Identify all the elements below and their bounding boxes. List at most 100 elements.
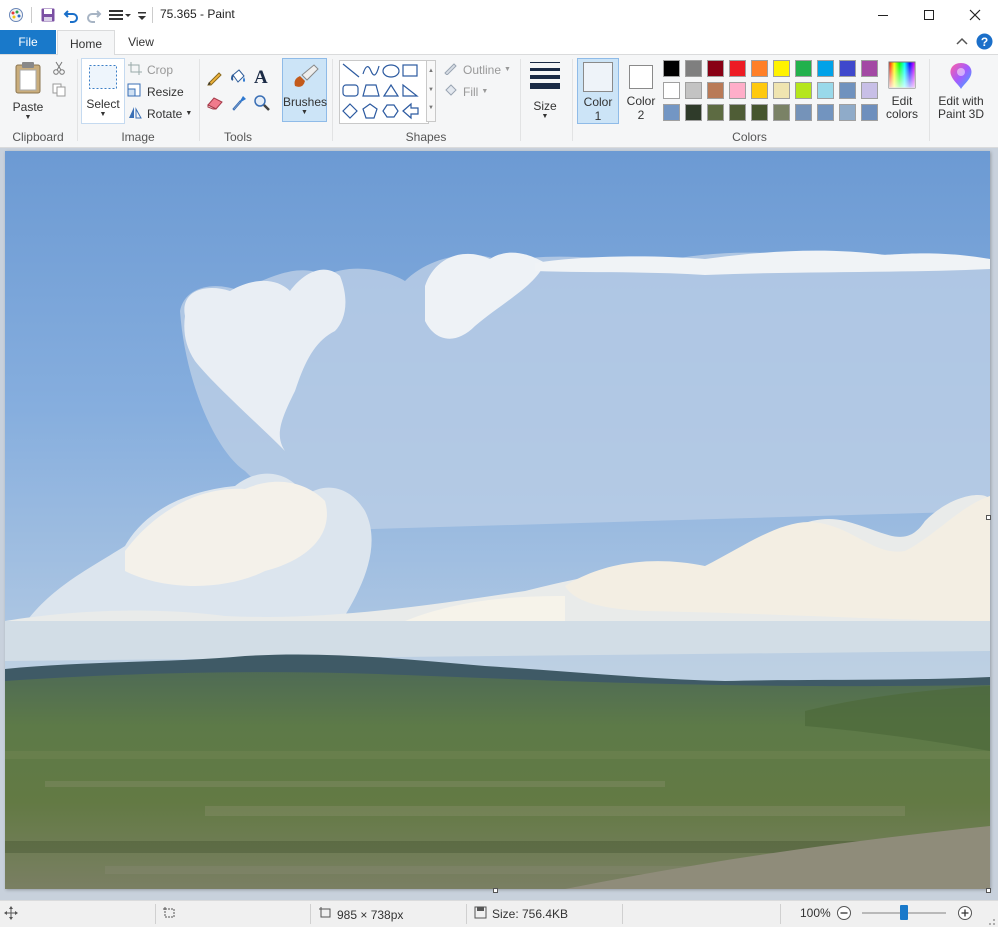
resize-grip-icon[interactable] [986,915,996,925]
paste-icon [13,61,43,98]
dimensions-text: 985 × 738px [337,907,404,922]
redo-icon[interactable] [86,7,102,23]
palette-swatch[interactable] [707,104,724,121]
disk-icon [474,906,487,922]
palette-swatch[interactable] [751,104,768,121]
maximize-button[interactable] [906,0,952,30]
zoom-slider-thumb[interactable] [900,905,908,920]
text-tool-icon[interactable]: A [253,66,271,89]
palette-swatch[interactable] [861,82,878,99]
tab-home[interactable]: Home [57,30,115,56]
paint-app-icon[interactable] [7,7,25,23]
palette-swatch[interactable] [795,82,812,99]
close-button[interactable] [952,0,998,30]
palette-swatch[interactable] [817,82,834,99]
outline-button[interactable]: Outline ▼ [443,61,511,78]
cut-icon[interactable] [52,61,66,78]
collapse-ribbon-icon[interactable] [955,35,969,52]
zoom-in-icon[interactable] [957,905,973,924]
palette-swatch[interactable] [685,60,702,77]
crop-label: Crop [147,62,174,77]
palette-swatch[interactable] [861,60,878,77]
group-separator [929,59,930,141]
select-button[interactable]: Select ▼ [81,58,125,124]
zoom-out-icon[interactable] [836,905,852,924]
palette-swatch[interactable] [707,82,724,99]
color1-button[interactable]: Color 1 [577,58,619,124]
palette-swatch[interactable] [839,104,856,121]
paste-button[interactable]: Paste ▼ [8,59,48,123]
palette-swatch[interactable] [751,82,768,99]
paste-label: Paste [12,100,44,114]
edit-colors-button[interactable]: Edit colors [879,59,925,123]
brushes-button[interactable]: Brushes ▼ [282,58,327,122]
select-label: Select [86,97,120,111]
move-cursor-icon [4,906,18,923]
color2-swatch [629,65,653,89]
status-separator [622,904,623,924]
svg-text:?: ? [981,35,988,49]
palette-swatch[interactable] [707,60,724,77]
status-separator [780,904,781,924]
tab-view[interactable]: View [115,30,167,54]
palette-swatch[interactable] [729,82,746,99]
resize-handle-bottom[interactable] [493,888,498,893]
palette-swatch[interactable] [773,82,790,99]
palette-swatch[interactable] [817,104,834,121]
palette-swatch[interactable] [729,60,746,77]
palette-swatch[interactable] [817,60,834,77]
eraser-icon[interactable] [206,96,224,113]
resize-handle-corner[interactable] [986,888,991,893]
drawing-canvas[interactable] [5,151,990,889]
canvas-workspace [0,148,998,900]
shapes-gallery-scroll[interactable]: ▲ ▼ ▼ [426,60,436,122]
colors-group: Color 1 Color 2 Edit colors Colors [573,55,926,147]
window-title: 75.365 - Paint [160,7,235,21]
magnifier-icon[interactable] [253,94,270,114]
palette-swatch[interactable] [663,82,680,99]
palette-swatch[interactable] [663,104,680,121]
help-icon[interactable]: ? [976,33,993,53]
status-separator [310,904,311,924]
color2-button[interactable]: Color 2 [622,58,660,124]
palette-swatch[interactable] [839,60,856,77]
resize-handle-right[interactable] [986,515,991,520]
resize-button[interactable]: Resize [127,83,184,100]
palette-swatch[interactable] [751,60,768,77]
color-picker-icon[interactable] [230,94,247,114]
palette-swatch[interactable] [773,104,790,121]
cursor-position [4,906,18,923]
crop-button[interactable]: Crop [127,61,173,78]
palette-swatch[interactable] [861,104,878,121]
copy-icon[interactable] [52,83,66,100]
palette-swatch[interactable] [685,82,702,99]
palette-swatch[interactable] [685,104,702,121]
palette-swatch[interactable] [729,104,746,121]
minimize-button[interactable] [860,0,906,30]
palette-swatch[interactable] [795,60,812,77]
edit-with-paint3d-button[interactable]: Edit with Paint 3D [933,59,989,123]
customize-toolbar-icon[interactable] [137,7,147,23]
color1-number: 1 [594,109,602,123]
palette-swatch[interactable] [773,60,790,77]
image-dimensions: 985 × 738px [318,906,403,923]
undo-icon[interactable] [63,7,79,23]
color-palette [663,60,883,122]
zoom-slider-track[interactable] [862,905,946,920]
chevron-down-icon: ▼ [481,88,489,95]
tab-file[interactable]: File [0,30,56,54]
palette-swatch[interactable] [663,60,680,77]
fill-button[interactable]: Fill ▼ [443,83,488,100]
title-bar: 75.365 - Paint [0,0,998,30]
rotate-button[interactable]: Rotate ▼ [127,105,192,122]
file-size: Size: 756.4KB [474,906,568,922]
size-button[interactable]: Size ▼ [524,59,566,123]
color1-label: Color [583,95,613,109]
save-icon[interactable] [40,7,56,23]
palette-swatch[interactable] [839,82,856,99]
status-bar: 985 × 738px Size: 756.4KB 100% [0,900,998,927]
pencil-icon[interactable] [206,69,223,89]
fill-bucket-icon[interactable] [229,68,247,89]
palette-swatch[interactable] [795,104,812,121]
quick-access-properties-icon[interactable] [108,7,132,23]
